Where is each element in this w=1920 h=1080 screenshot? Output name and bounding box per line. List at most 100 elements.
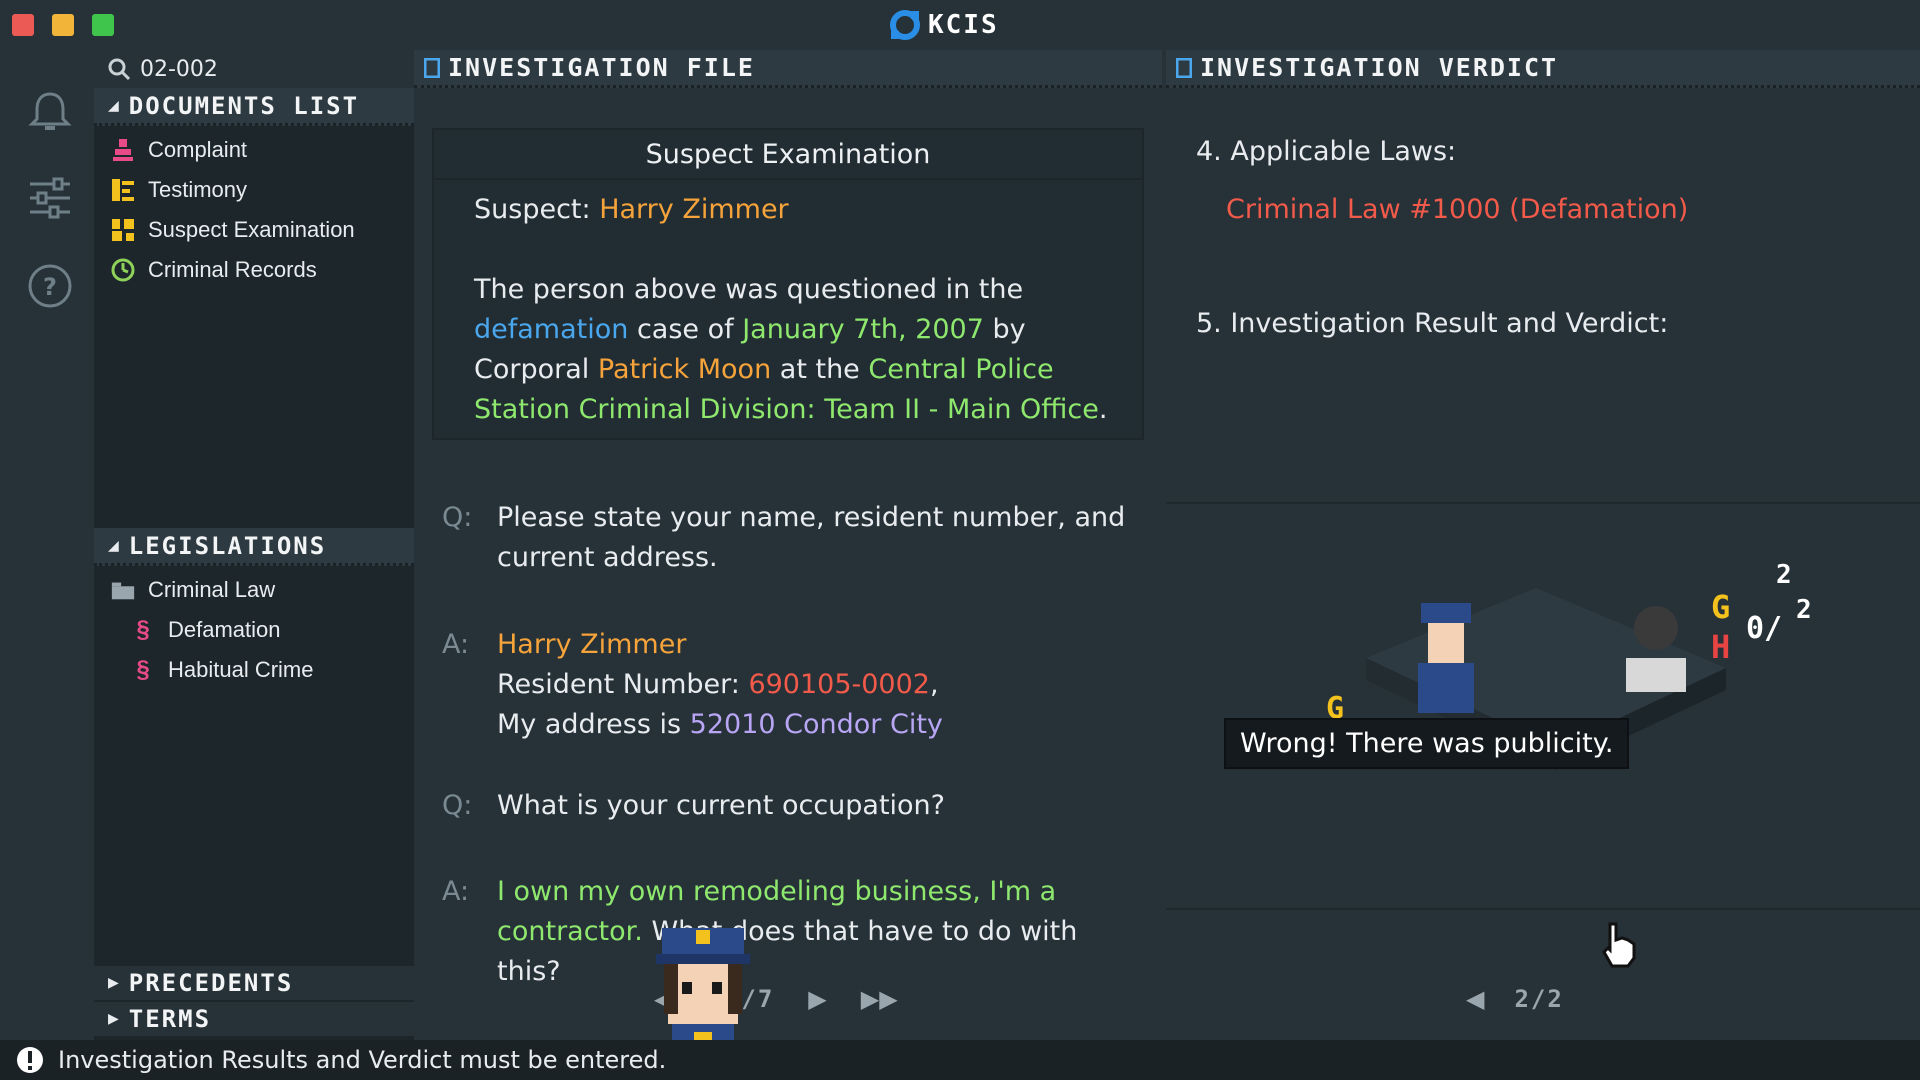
svg-text:2: 2 bbox=[1796, 595, 1812, 625]
terms-header[interactable]: ▶ Terms bbox=[94, 1002, 414, 1036]
precedents-header[interactable]: ▶ Precedents bbox=[94, 966, 414, 1000]
qa-tag: A: bbox=[442, 629, 470, 660]
document-item-label: Complaint bbox=[148, 137, 248, 162]
app-logo-icon bbox=[890, 10, 920, 40]
legislation-item-habitual-crime[interactable]: § Habitual Crime bbox=[94, 650, 414, 690]
complaint-icon bbox=[110, 136, 136, 164]
close-window-button[interactable] bbox=[12, 14, 34, 36]
document-item-criminal-records[interactable]: Criminal Records bbox=[94, 250, 414, 290]
investigation-file-title: Investigation File bbox=[448, 53, 755, 82]
maximize-window-button[interactable] bbox=[92, 14, 114, 36]
interrogation-scene: G G H 0/ 2 2 Wrong! There was publicity. bbox=[1166, 508, 1920, 910]
applicable-laws-heading: 4. Applicable Laws: bbox=[1196, 136, 1457, 167]
suspect-examination-card: Suspect Examination Suspect: Harry Zimme… bbox=[432, 128, 1144, 440]
expand-triangle-icon: ▶ bbox=[108, 975, 119, 991]
precedents-title: Precedents bbox=[128, 969, 294, 997]
legislation-item-defamation[interactable]: § Defamation bbox=[94, 610, 414, 650]
applicable-law-entry[interactable]: Criminal Law #1000 (Defamation) bbox=[1226, 194, 1688, 225]
svg-text:?: ? bbox=[43, 273, 57, 301]
para-text: case of bbox=[628, 314, 743, 345]
legislation-item-label: Habitual Crime bbox=[168, 657, 314, 682]
exam-paragraph: The person above was questioned in the d… bbox=[474, 270, 1124, 430]
qa-tag: Q: bbox=[442, 502, 473, 533]
incident-date-keyword[interactable]: January 7th, 2007 bbox=[742, 314, 984, 345]
para-text: at the bbox=[771, 354, 869, 385]
help-icon[interactable]: ? bbox=[26, 262, 74, 310]
qa-answer-2: A: I own my own remodeling business, I'm… bbox=[442, 872, 1132, 992]
interrogation-room-illustration: G G H 0/ 2 2 bbox=[1326, 560, 1812, 770]
verdict-form: 4. Applicable Laws: Criminal Law #1000 (… bbox=[1166, 92, 1920, 504]
speech-bubble: Wrong! There was publicity. bbox=[1224, 718, 1630, 769]
investigation-verdict-title: Investigation Verdict bbox=[1200, 53, 1559, 82]
bell-icon[interactable] bbox=[26, 88, 74, 136]
folder-icon bbox=[110, 576, 136, 604]
search-bar[interactable]: 02-002 bbox=[94, 50, 414, 88]
law-section-icon: § bbox=[136, 656, 150, 683]
answer-name-keyword[interactable]: Harry Zimmer bbox=[497, 629, 686, 660]
legislation-folder-criminal-law[interactable]: Criminal Law bbox=[94, 570, 414, 610]
previous-page-button[interactable]: ◀ bbox=[1466, 985, 1484, 1013]
resident-label: Resident Number: bbox=[497, 669, 749, 700]
qa-answer-1: A: Harry Zimmer Resident Number: 690105-… bbox=[442, 625, 1132, 745]
app-name: KCIS bbox=[928, 10, 999, 40]
resident-suffix: , bbox=[929, 669, 939, 700]
collapse-triangle-icon: ◢ bbox=[108, 537, 119, 554]
svg-text:2: 2 bbox=[1776, 560, 1792, 590]
verdict-pager: ◀ 2/2 bbox=[1466, 985, 1564, 1013]
svg-text:G: G bbox=[1711, 588, 1730, 626]
resident-number-keyword[interactable]: 690105-0002 bbox=[748, 669, 930, 700]
minimize-window-button[interactable] bbox=[52, 14, 74, 36]
investigation-file-panel: Investigation File Suspect Examination S… bbox=[414, 50, 1162, 1080]
settings-sliders-icon[interactable] bbox=[26, 174, 74, 222]
hand-cursor-icon bbox=[1602, 922, 1636, 968]
legislations-header[interactable]: ◢ Legislations bbox=[94, 528, 414, 566]
legislation-item-label: Defamation bbox=[168, 617, 281, 642]
document-icon bbox=[1176, 57, 1192, 78]
address-label: My address is bbox=[497, 709, 690, 740]
document-item-label: Suspect Examination bbox=[148, 217, 355, 242]
result-verdict-heading: 5. Investigation Result and Verdict: bbox=[1196, 308, 1669, 339]
investigation-verdict-panel: Investigation Verdict 4. Applicable Laws… bbox=[1166, 50, 1920, 1040]
page-indicator: 2/2 bbox=[1514, 985, 1564, 1013]
qa-tag: A: bbox=[442, 876, 470, 907]
suspect-line: Suspect: Harry Zimmer bbox=[474, 194, 789, 225]
side-rail: ? bbox=[0, 50, 94, 1035]
qa-text: Please state your name, resident number,… bbox=[497, 502, 1126, 573]
para-text: by bbox=[983, 314, 1026, 345]
testimony-icon bbox=[110, 176, 136, 204]
document-item-testimony[interactable]: Testimony bbox=[94, 170, 414, 210]
warning-icon bbox=[17, 1047, 43, 1073]
legislations-title: Legislations bbox=[128, 531, 327, 560]
para-text: . bbox=[1098, 394, 1108, 425]
title-bar: KCIS bbox=[0, 0, 1920, 50]
para-text: The person above was questioned in the bbox=[474, 274, 1024, 305]
document-item-complaint[interactable]: Complaint bbox=[94, 130, 414, 170]
law-section-icon: § bbox=[136, 616, 150, 643]
documents-list-title: Documents List bbox=[128, 91, 360, 120]
status-bar: Investigation Results and Verdict must b… bbox=[0, 1040, 1920, 1080]
document-item-label: Testimony bbox=[148, 177, 248, 202]
status-message: Investigation Results and Verdict must b… bbox=[58, 1046, 667, 1074]
search-icon bbox=[108, 58, 131, 81]
legislation-folder-label: Criminal Law bbox=[148, 577, 276, 602]
exam-title: Suspect Examination bbox=[434, 130, 1142, 180]
suspect-label: Suspect: bbox=[474, 194, 591, 225]
document-item-label: Criminal Records bbox=[148, 257, 317, 282]
officer-name-keyword[interactable]: Patrick Moon bbox=[598, 354, 771, 385]
search-query[interactable]: 02-002 bbox=[140, 57, 218, 82]
address-keyword[interactable]: 52010 Condor City bbox=[690, 709, 943, 740]
investigation-file-header: Investigation File bbox=[414, 50, 1162, 88]
qa-text: What is your current occupation? bbox=[497, 790, 946, 821]
svg-text:0/: 0/ bbox=[1746, 611, 1782, 646]
documents-list-header[interactable]: ◢ Documents List bbox=[94, 88, 414, 126]
qa-question-1: Q: Please state your name, resident numb… bbox=[442, 498, 1132, 578]
expand-triangle-icon: ▶ bbox=[108, 1011, 119, 1027]
document-item-suspect-examination[interactable]: Suspect Examination bbox=[94, 210, 414, 250]
next-page-button[interactable]: ▶ bbox=[808, 985, 826, 1013]
suspect-name[interactable]: Harry Zimmer bbox=[599, 194, 788, 225]
crime-type-keyword[interactable]: defamation bbox=[474, 314, 628, 345]
app-title: KCIS bbox=[888, 8, 999, 42]
document-icon bbox=[424, 57, 440, 78]
last-page-button[interactable]: ▶▶ bbox=[861, 985, 898, 1013]
svg-text:H: H bbox=[1711, 628, 1730, 666]
